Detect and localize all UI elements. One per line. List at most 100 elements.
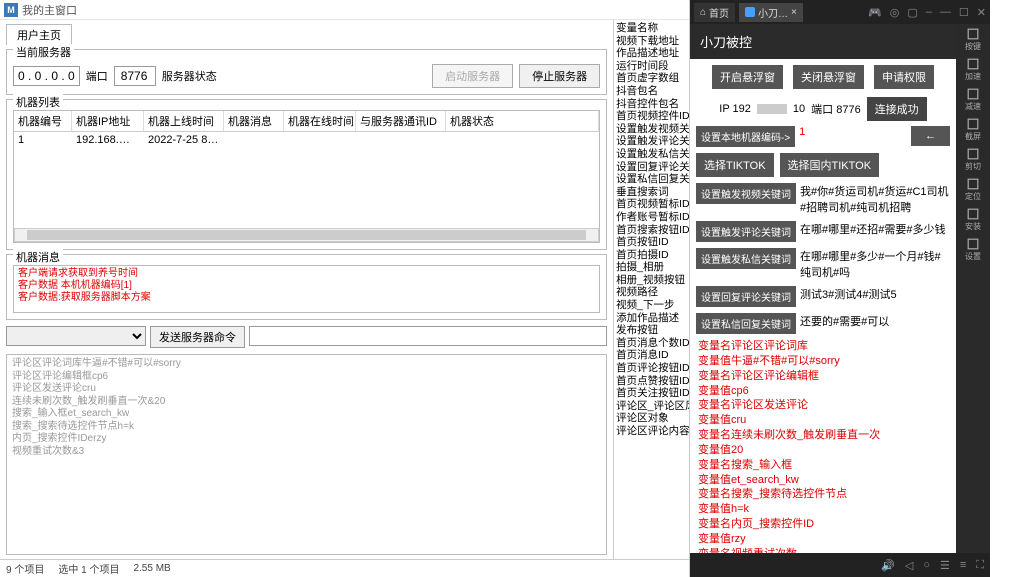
var-item: 首页消息ID	[616, 349, 687, 362]
col-comm[interactable]: 与服务器通讯ID	[356, 111, 446, 131]
keyword-row: 设置私信回复关键词还要的#需要#可以	[690, 310, 956, 337]
server-port-input[interactable]: 8776	[114, 66, 156, 86]
var-item: 首页按钮ID	[616, 236, 687, 249]
message-title: 机器消息	[13, 249, 63, 265]
tool-设置[interactable]: 设置	[961, 238, 985, 262]
pick-tiktok-button[interactable]: 选择TIKTOK	[696, 153, 774, 177]
tool-截屏[interactable]: 截屏	[961, 118, 985, 142]
main-pane: 用户主页 当前服务器 0 . 0 . 0 . 0 端口 8776 服务器状态 启…	[0, 20, 613, 559]
keyword-value: 在哪#哪里#多少#一个月#钱#纯司机#吗	[800, 248, 950, 280]
table-row[interactable]: 1 192.168.… 2022-7-25 8…	[14, 132, 599, 148]
nav-home-icon[interactable]: ○	[923, 559, 930, 571]
machine-table: 机器编号 机器IP地址 机器上线时间 机器消息 机器在线时间 与服务器通讯ID …	[13, 110, 600, 243]
close-tab-icon[interactable]: ×	[791, 7, 797, 18]
fullscreen-icon[interactable]: ⛶	[976, 559, 984, 572]
col-id[interactable]: 机器编号	[14, 111, 72, 131]
var-item: 设置触发私信关键	[616, 148, 687, 161]
var-item: 添加作品描述	[616, 312, 687, 325]
connection-info: IP 192 10 端口 8776 连接成功	[690, 95, 956, 123]
status-bar: 9 个项目 选中 1 个项目 2.55 MB	[0, 559, 689, 577]
var-item: 首页关注按钮ID	[616, 387, 687, 400]
command-row: 发送服务器命令	[6, 324, 607, 350]
var-item: 作品描述地址	[616, 47, 687, 60]
var-item: 首页点赞按钮ID	[616, 375, 687, 388]
col-online[interactable]: 机器上线时间	[144, 111, 224, 131]
dash-icon[interactable]: –	[926, 6, 932, 19]
var-item: 首页评论按钮ID	[616, 362, 687, 375]
minimize-icon[interactable]: —	[940, 6, 951, 19]
send-command-button[interactable]: 发送服务器命令	[150, 326, 245, 348]
maximize-icon[interactable]: ☐	[959, 6, 969, 19]
col-status[interactable]: 机器状态	[446, 111, 599, 131]
command-input[interactable]	[249, 326, 607, 346]
local-id-row: 设置本地机器编码-> 1 ←	[690, 123, 956, 150]
emulator-tab-app[interactable]: 小刀… ×	[739, 3, 803, 22]
var-item: 视频下载地址	[616, 35, 687, 48]
open-float-button[interactable]: 开启悬浮窗	[712, 65, 783, 89]
col-msg[interactable]: 机器消息	[224, 111, 284, 131]
close-float-button[interactable]: 关闭悬浮窗	[793, 65, 864, 89]
col-ip[interactable]: 机器IP地址	[72, 111, 144, 131]
keyword-row: 设置触发私信关键词在哪#哪里#多少#一个月#钱#纯司机#吗	[690, 245, 956, 283]
machine-list-group: 机器列表 机器编号 机器IP地址 机器上线时间 机器消息 机器在线时间 与服务器…	[6, 99, 607, 250]
compass-icon[interactable]: ◎	[890, 6, 900, 19]
var-item: 抖音控件包名	[616, 98, 687, 111]
tool-定位[interactable]: 定位	[961, 178, 985, 202]
emulator-tabbar: ⌂ 首页 小刀… × 🎮 ◎ ▢ – — ☐ ✕	[690, 0, 990, 24]
port-label: 端口	[86, 68, 108, 84]
command-select[interactable]	[6, 326, 146, 346]
phone-screen: 小刀被控 开启悬浮窗 关闭悬浮窗 申请权限 IP 192 10 端口 8776 …	[690, 24, 956, 553]
server-group-title: 当前服务器	[13, 44, 74, 60]
col-uptime[interactable]: 机器在线时间	[284, 111, 356, 131]
keyword-label[interactable]: 设置触发视频关键词	[696, 183, 796, 204]
keyword-row: 设置触发评论关键词在哪#哪里#还招#需要#多少钱	[690, 218, 956, 245]
var-item: 垂直搜索词	[616, 186, 687, 199]
tool-按键[interactable]: 按键	[961, 28, 985, 52]
keyword-label[interactable]: 设置回复评论关键词	[696, 286, 796, 307]
server-ip-input[interactable]: 0 . 0 . 0 . 0	[13, 66, 80, 86]
connect-status-button[interactable]: 连接成功	[867, 97, 927, 121]
horizontal-scrollbar[interactable]	[14, 228, 599, 242]
more-icon[interactable]: ≡	[960, 559, 966, 571]
stop-server-button[interactable]: 停止服务器	[519, 64, 600, 88]
var-item: 首页搜索按钮ID	[616, 224, 687, 237]
keyword-value: 在哪#哪里#还招#需要#多少钱	[800, 221, 950, 237]
status-size: 2.55 MB	[133, 563, 170, 574]
machine-list-title: 机器列表	[13, 94, 63, 110]
var-item: 设置回复评论关键	[616, 161, 687, 174]
var-item: 首页虚字数组	[616, 72, 687, 85]
var-item: 作者账号暂标ID	[616, 211, 687, 224]
var-item: 设置触发视频关键	[616, 123, 687, 136]
server-status-label: 服务器状态	[162, 68, 217, 84]
emulator-tab-home[interactable]: ⌂ 首页	[694, 3, 735, 22]
app-icon	[745, 7, 755, 17]
start-server-button[interactable]: 启动服务器	[432, 64, 513, 88]
var-item: 运行时间段	[616, 60, 687, 73]
gamepad-icon[interactable]: 🎮	[868, 6, 882, 19]
tab-user-home[interactable]: 用户主页	[6, 24, 72, 45]
keyword-label[interactable]: 设置触发评论关键词	[696, 221, 796, 242]
var-item: 相册_视频按钮	[616, 274, 687, 287]
tool-加速[interactable]: 加速	[961, 58, 985, 82]
window-title: 我的主窗口	[22, 2, 77, 18]
set-local-label[interactable]: 设置本地机器编码->	[696, 126, 795, 147]
volume-icon[interactable]: 🔊	[881, 559, 895, 572]
keyword-value: 测试3#测试4#测试5	[800, 286, 950, 302]
nav-back-icon[interactable]: ◁	[905, 559, 913, 572]
tool-安装[interactable]: 安装	[961, 208, 985, 232]
variable-output: 变量名评论区评论词库变量值牛逼#不错#可以#sorry变量名评论区评论编辑框变量…	[690, 337, 956, 553]
request-perm-button[interactable]: 申请权限	[874, 65, 934, 89]
keyword-label[interactable]: 设置触发私信关键词	[696, 248, 796, 269]
desktop-app: M 我的主窗口 用户主页 当前服务器 0 . 0 . 0 . 0 端口 8776…	[0, 0, 690, 577]
tool-减速[interactable]: 减速	[961, 88, 985, 112]
ip-masked	[757, 104, 787, 114]
tool-剪切[interactable]: 剪切	[961, 148, 985, 172]
close-icon[interactable]: ✕	[977, 6, 986, 19]
back-button[interactable]: ←	[911, 126, 950, 146]
keyword-row: 设置回复评论关键词测试3#测试4#测试5	[690, 283, 956, 310]
keyword-label[interactable]: 设置私信回复关键词	[696, 313, 796, 334]
var-item: 首页拍摄ID	[616, 249, 687, 262]
box-icon[interactable]: ▢	[907, 6, 917, 19]
pick-cn-tiktok-button[interactable]: 选择国内TIKTOK	[780, 153, 880, 177]
nav-recent-icon[interactable]: ☰	[940, 559, 950, 572]
